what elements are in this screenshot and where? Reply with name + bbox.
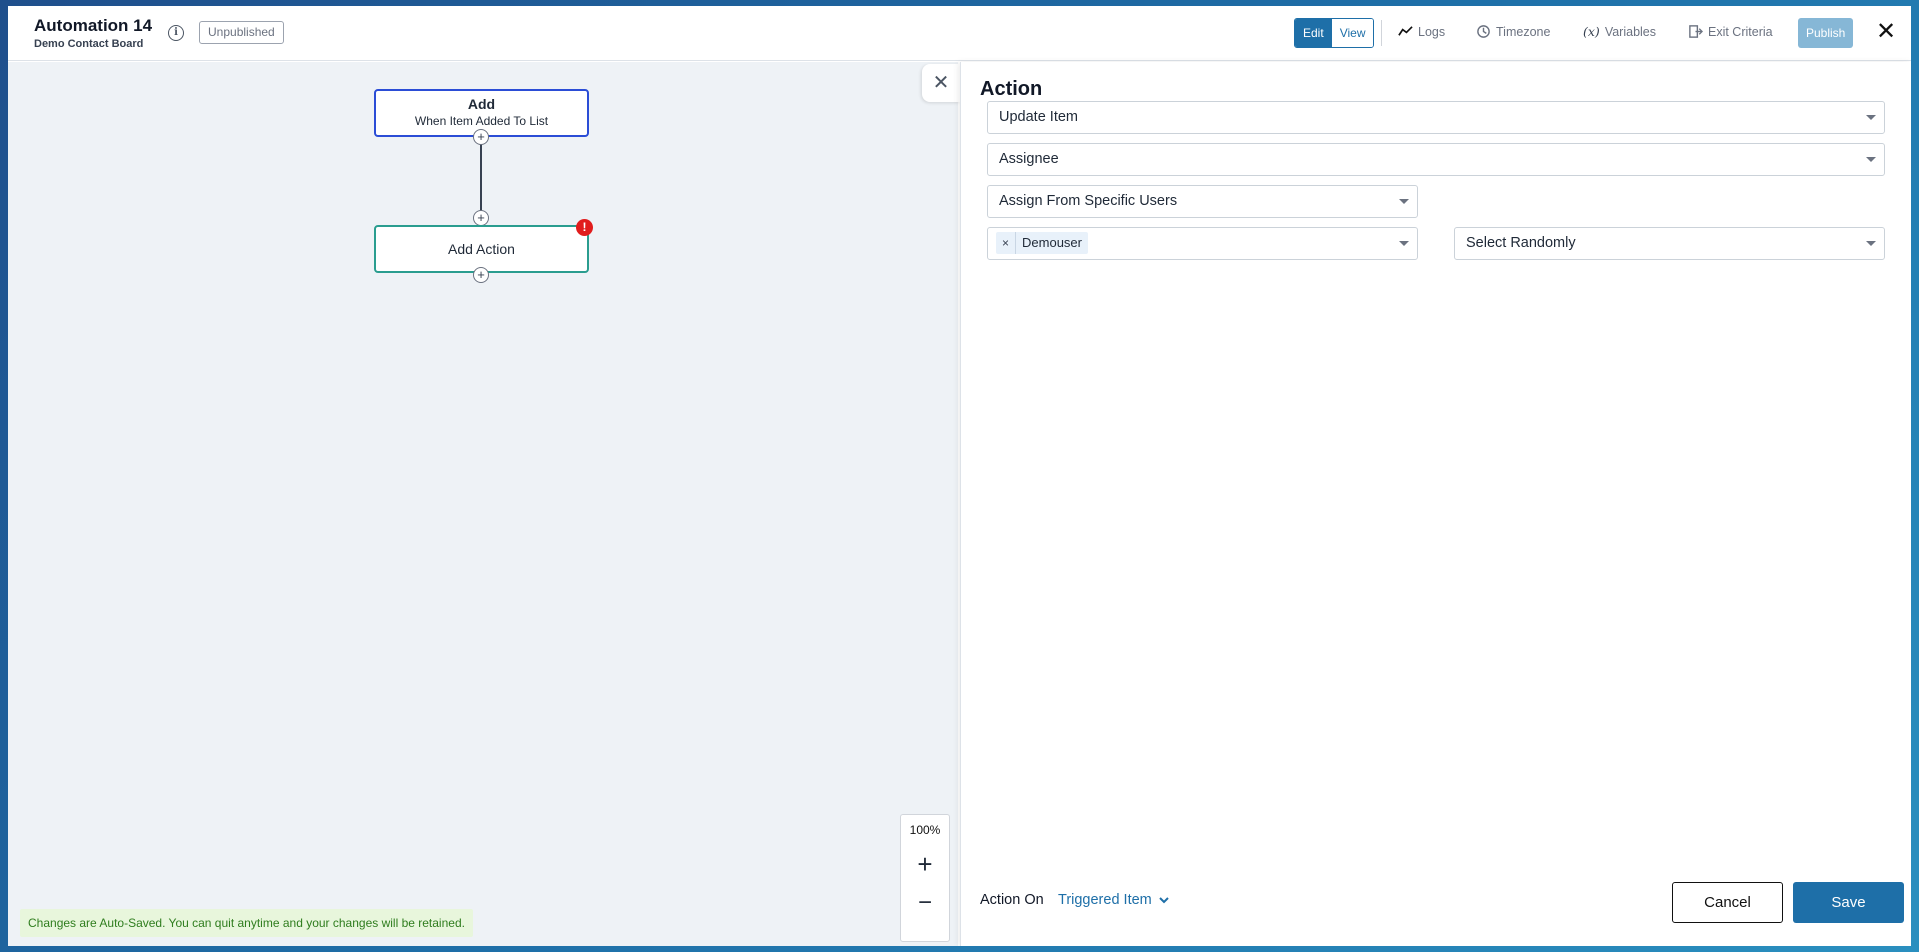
error-icon: !	[576, 219, 593, 236]
status-badge: Unpublished	[199, 21, 284, 44]
timezone-label: Timezone	[1496, 24, 1551, 39]
user-chip-label: Demouser	[1022, 235, 1082, 250]
remove-chip-icon[interactable]: ×	[996, 232, 1017, 254]
chevron-down-icon	[1866, 157, 1876, 162]
autosave-notice: Changes are Auto-Saved. You can quit any…	[20, 909, 473, 937]
page-title: Automation 14	[34, 16, 153, 35]
logs-label: Logs	[1418, 24, 1446, 39]
timezone-link[interactable]: Timezone	[1476, 24, 1550, 39]
board-name: Demo Contact Board	[34, 38, 144, 50]
logs-link[interactable]: Logs	[1398, 24, 1445, 39]
action-type-select[interactable]: Update Item	[987, 101, 1885, 134]
add-step-icon[interactable]: +	[473, 129, 489, 145]
title-block: Automation 14 Demo Contact Board	[34, 16, 152, 50]
zoom-level: 100%	[909, 823, 941, 837]
variable-icon: (x)	[1583, 24, 1600, 39]
assign-mode-select[interactable]: Assign From Specific Users	[987, 185, 1418, 218]
action-node[interactable]: Add Action	[374, 225, 589, 273]
edit-mode-button[interactable]: Edit	[1295, 19, 1332, 47]
save-button[interactable]: Save	[1793, 882, 1904, 923]
assign-mode-value: Assign From Specific Users	[999, 193, 1178, 209]
clock-icon	[1477, 25, 1490, 38]
close-panel-icon[interactable]: ✕	[922, 64, 960, 102]
zoom-out-button[interactable]: −	[901, 891, 949, 915]
chevron-down-icon	[1866, 241, 1876, 246]
action-on-label: Action On	[980, 892, 1044, 908]
publish-button[interactable]: Publish	[1798, 18, 1854, 48]
workflow-canvas[interactable]: Add When Item Added To List + + Add Acti…	[8, 62, 958, 946]
close-editor-icon[interactable]: ✕	[1876, 20, 1896, 44]
action-on-value: Triggered Item	[1058, 892, 1152, 908]
variables-link[interactable]: (x) Variables	[1583, 24, 1656, 39]
info-icon[interactable]: i	[168, 25, 184, 41]
variables-label: Variables	[1604, 24, 1656, 39]
trigger-title: Add	[467, 96, 496, 112]
chevron-down-icon	[1159, 897, 1169, 904]
header-divider	[1381, 20, 1382, 46]
chevron-down-icon	[1399, 241, 1409, 246]
zoom-controls: 100% + −	[900, 814, 950, 942]
distribution-value: Select Randomly	[1466, 235, 1576, 251]
add-step-icon[interactable]: +	[473, 267, 489, 283]
action-panel: Action Update Item Assignee Assign From …	[960, 62, 1911, 946]
exit-criteria-label: Exit Criteria	[1708, 24, 1773, 39]
field-value: Assignee	[999, 151, 1059, 167]
view-mode-button[interactable]: View	[1331, 19, 1374, 47]
action-type-value: Update Item	[999, 109, 1078, 125]
chevron-down-icon	[1399, 199, 1409, 204]
panel-title: Action	[980, 78, 1043, 100]
top-bar: Automation 14 Demo Contact Board i Unpub…	[8, 6, 1911, 61]
cancel-button[interactable]: Cancel	[1672, 882, 1783, 923]
zoom-in-button[interactable]: +	[901, 851, 949, 877]
automation-editor: Automation 14 Demo Contact Board i Unpub…	[8, 6, 1911, 946]
distribution-select[interactable]: Select Randomly	[1454, 227, 1885, 260]
chart-line-icon	[1398, 26, 1413, 36]
exit-icon	[1689, 25, 1703, 38]
action-on-dropdown[interactable]: Triggered Item	[1058, 892, 1170, 908]
exit-criteria-link[interactable]: Exit Criteria	[1688, 24, 1773, 39]
mode-toggle: Edit View	[1294, 18, 1375, 48]
chevron-down-icon	[1866, 115, 1876, 120]
user-multiselect[interactable]: × Demouser	[987, 227, 1418, 260]
user-chip: × Demouser	[996, 232, 1088, 254]
add-step-icon[interactable]: +	[473, 210, 489, 226]
trigger-subtitle: When Item Added To List	[414, 114, 549, 128]
field-select[interactable]: Assignee	[987, 143, 1885, 176]
